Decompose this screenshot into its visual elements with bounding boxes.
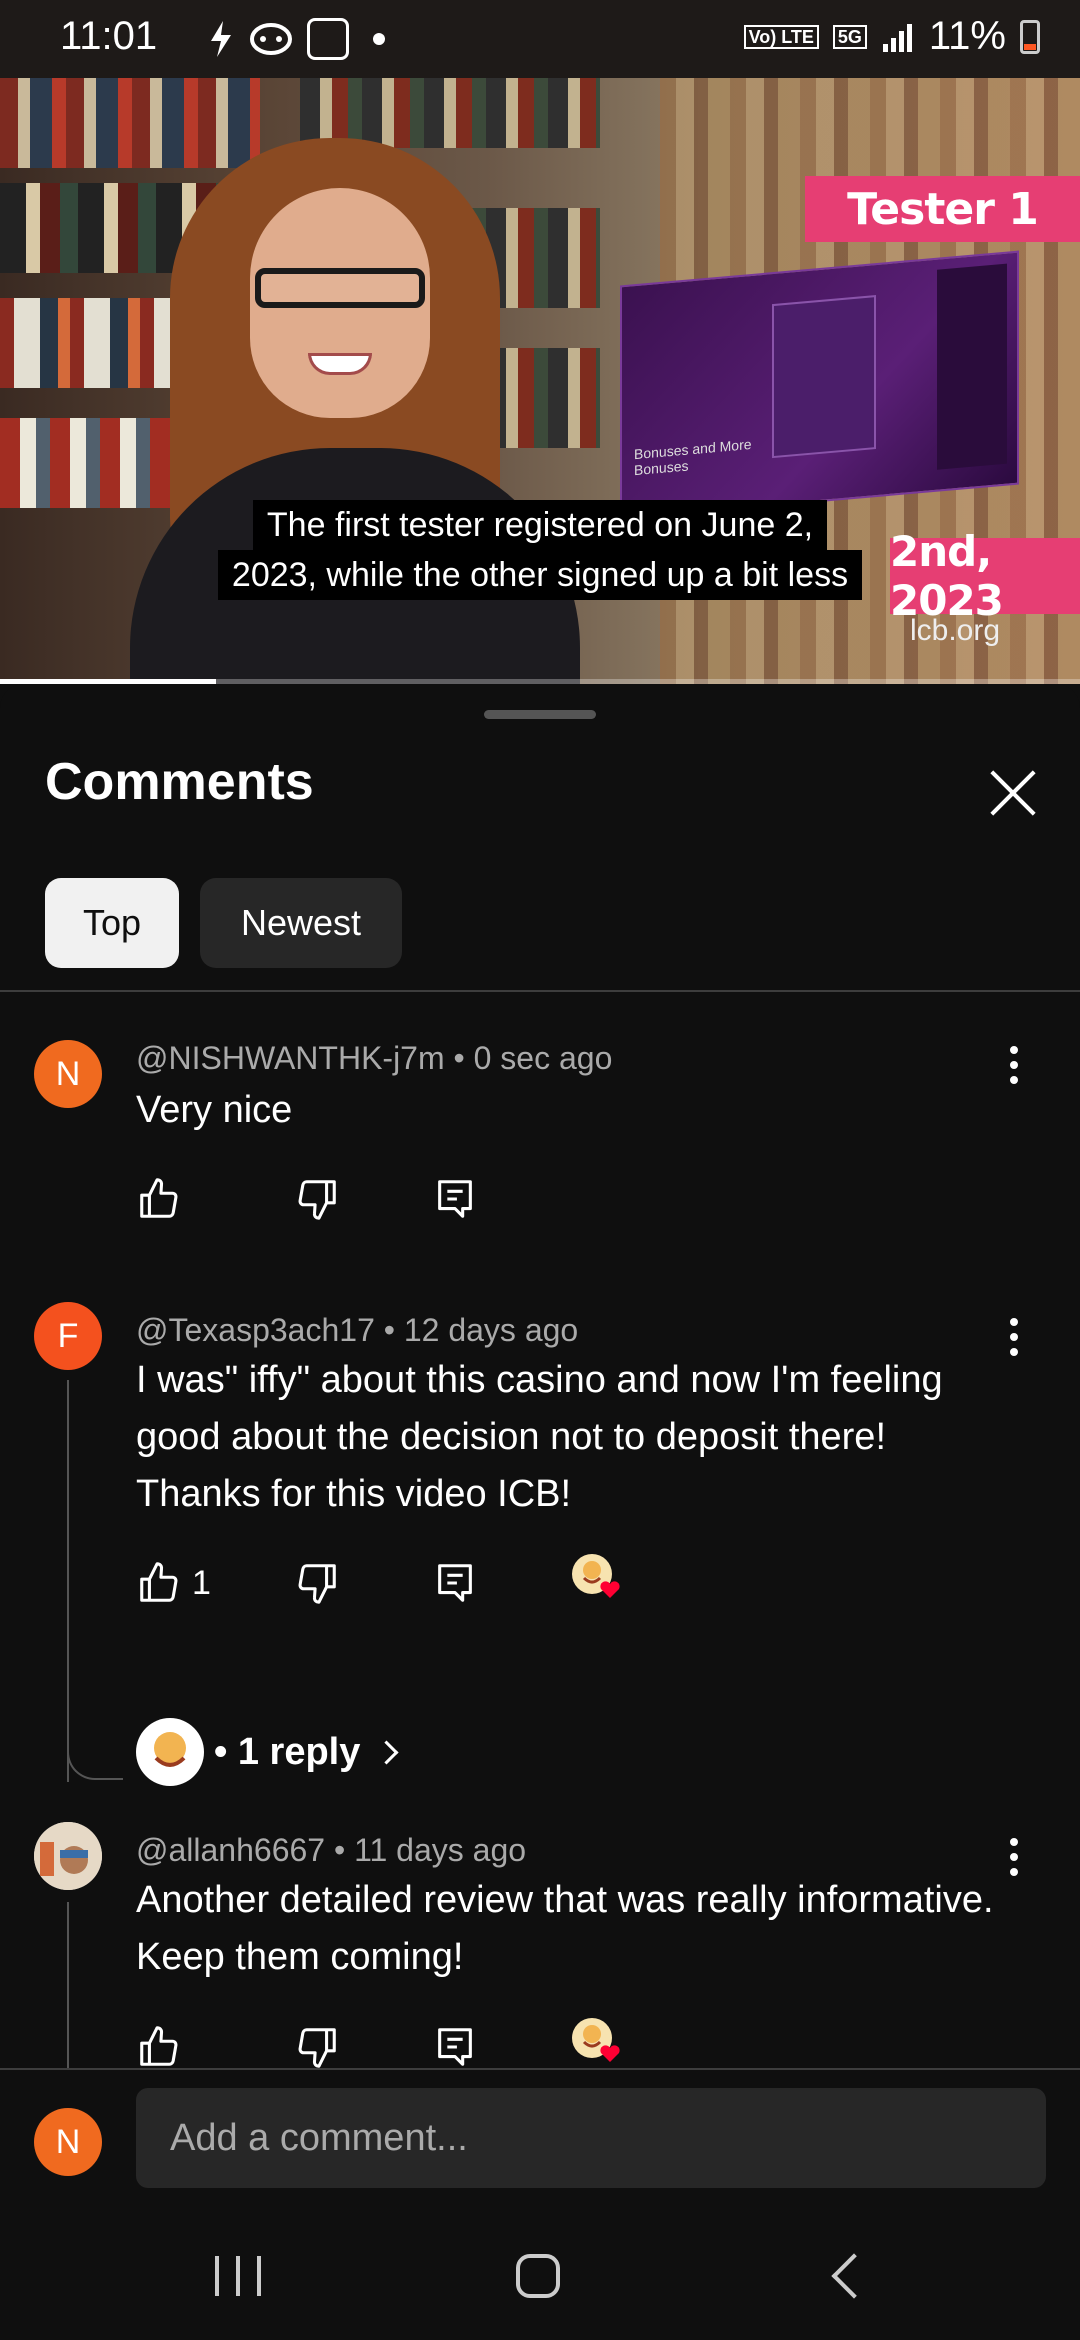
divider	[0, 990, 1080, 992]
more-notifications-dot-icon	[373, 33, 385, 45]
network-type-icon: 5G	[832, 24, 867, 49]
battery-percent: 11%	[928, 14, 1006, 58]
status-bar: 11:01 Vo) LTE 5G 11%	[0, 0, 1080, 78]
battery-icon	[1020, 19, 1040, 54]
creator-heart-icon	[570, 2016, 622, 2068]
video-overlay-site: lcb.org	[910, 614, 1001, 647]
video-overlay-tester: Tester 1	[805, 176, 1080, 242]
thread-line	[67, 1380, 69, 1782]
comment-meta[interactable]: @Texasp3ach17 • 12 days ago	[136, 1312, 578, 1349]
thumbs-down-icon[interactable]	[294, 1560, 340, 1606]
drag-handle[interactable]	[484, 710, 596, 719]
add-comment-input[interactable]	[136, 2088, 1046, 2188]
video-overlay-screenshot: Bonuses and More Bonuses	[620, 250, 1019, 520]
status-right: Vo) LTE 5G 11%	[743, 14, 1040, 59]
notification-icons	[205, 18, 385, 60]
comment-actions	[136, 1176, 936, 1236]
thumbs-down-icon[interactable]	[294, 2024, 340, 2070]
chevron-right-icon	[374, 1739, 399, 1765]
thumbs-up-icon[interactable]	[136, 1176, 182, 1222]
more-vert-icon[interactable]	[1000, 1834, 1028, 1884]
more-vert-icon[interactable]	[1000, 1314, 1028, 1364]
flash-icon	[211, 21, 231, 57]
profile-photo-icon	[34, 1822, 102, 1890]
caption-line-2: 2023, while the other signed up a bit le…	[217, 550, 863, 600]
creator-avatar-icon	[136, 1718, 204, 1786]
creator-heart-icon	[570, 1552, 622, 1604]
thumbs-up-icon[interactable]	[136, 2024, 182, 2070]
caption-line-1: The first tester registered on June 2,	[252, 500, 828, 550]
avatar: N	[34, 2108, 102, 2176]
like-count: 1	[192, 1564, 211, 1602]
thread-line	[67, 1902, 69, 2070]
calendar-app-icon	[307, 18, 349, 60]
avatar[interactable]: N	[34, 1040, 102, 1108]
comment-actions: 1	[136, 1554, 936, 1620]
more-vert-icon[interactable]	[1000, 1042, 1028, 1092]
comment-meta[interactable]: @NISHWANTHK-j7m • 0 sec ago	[136, 1040, 612, 1077]
comment-text: Another detailed review that was really …	[136, 1879, 994, 1978]
view-replies-button[interactable]: • 1 reply	[136, 1718, 399, 1786]
reply-icon[interactable]	[432, 2024, 478, 2070]
recent-apps-icon[interactable]	[215, 2256, 261, 2296]
comment-text: I was" iffy" about this casino and now I…	[136, 1359, 943, 1515]
thumbs-up-icon[interactable]	[136, 1560, 182, 1606]
comment-meta[interactable]: @allanh6667 • 11 days ago	[136, 1832, 526, 1869]
system-nav-bar	[0, 2200, 1080, 2340]
video-caption: The first tester registered on June 2, 2…	[0, 500, 1080, 600]
sheet-title: Comments	[45, 753, 314, 811]
volte-icon: Vo) LTE	[743, 24, 819, 49]
game-controller-icon	[250, 23, 292, 55]
close-icon[interactable]	[988, 768, 1038, 818]
back-icon[interactable]	[831, 2253, 877, 2299]
sort-chip-newest[interactable]: Newest	[200, 878, 402, 968]
home-icon[interactable]	[516, 2254, 560, 2298]
thread-curve	[67, 1740, 123, 1780]
avatar[interactable]	[34, 1822, 102, 1890]
reply-icon[interactable]	[432, 1560, 478, 1606]
reply-count: • 1 reply	[214, 1730, 361, 1773]
avatar[interactable]: F	[34, 1302, 102, 1370]
status-time: 11:01	[60, 14, 158, 58]
comment-text: Very nice	[136, 1089, 293, 1131]
thumbs-down-icon[interactable]	[294, 1176, 340, 1222]
signal-icon	[882, 23, 912, 52]
add-comment-bar: N	[0, 2068, 1080, 2202]
reply-icon[interactable]	[432, 1176, 478, 1222]
video-player[interactable]: Tester 1 Bonuses and More Bonuses 2nd, 2…	[0, 78, 1080, 684]
sort-chip-top[interactable]: Top	[45, 878, 179, 968]
